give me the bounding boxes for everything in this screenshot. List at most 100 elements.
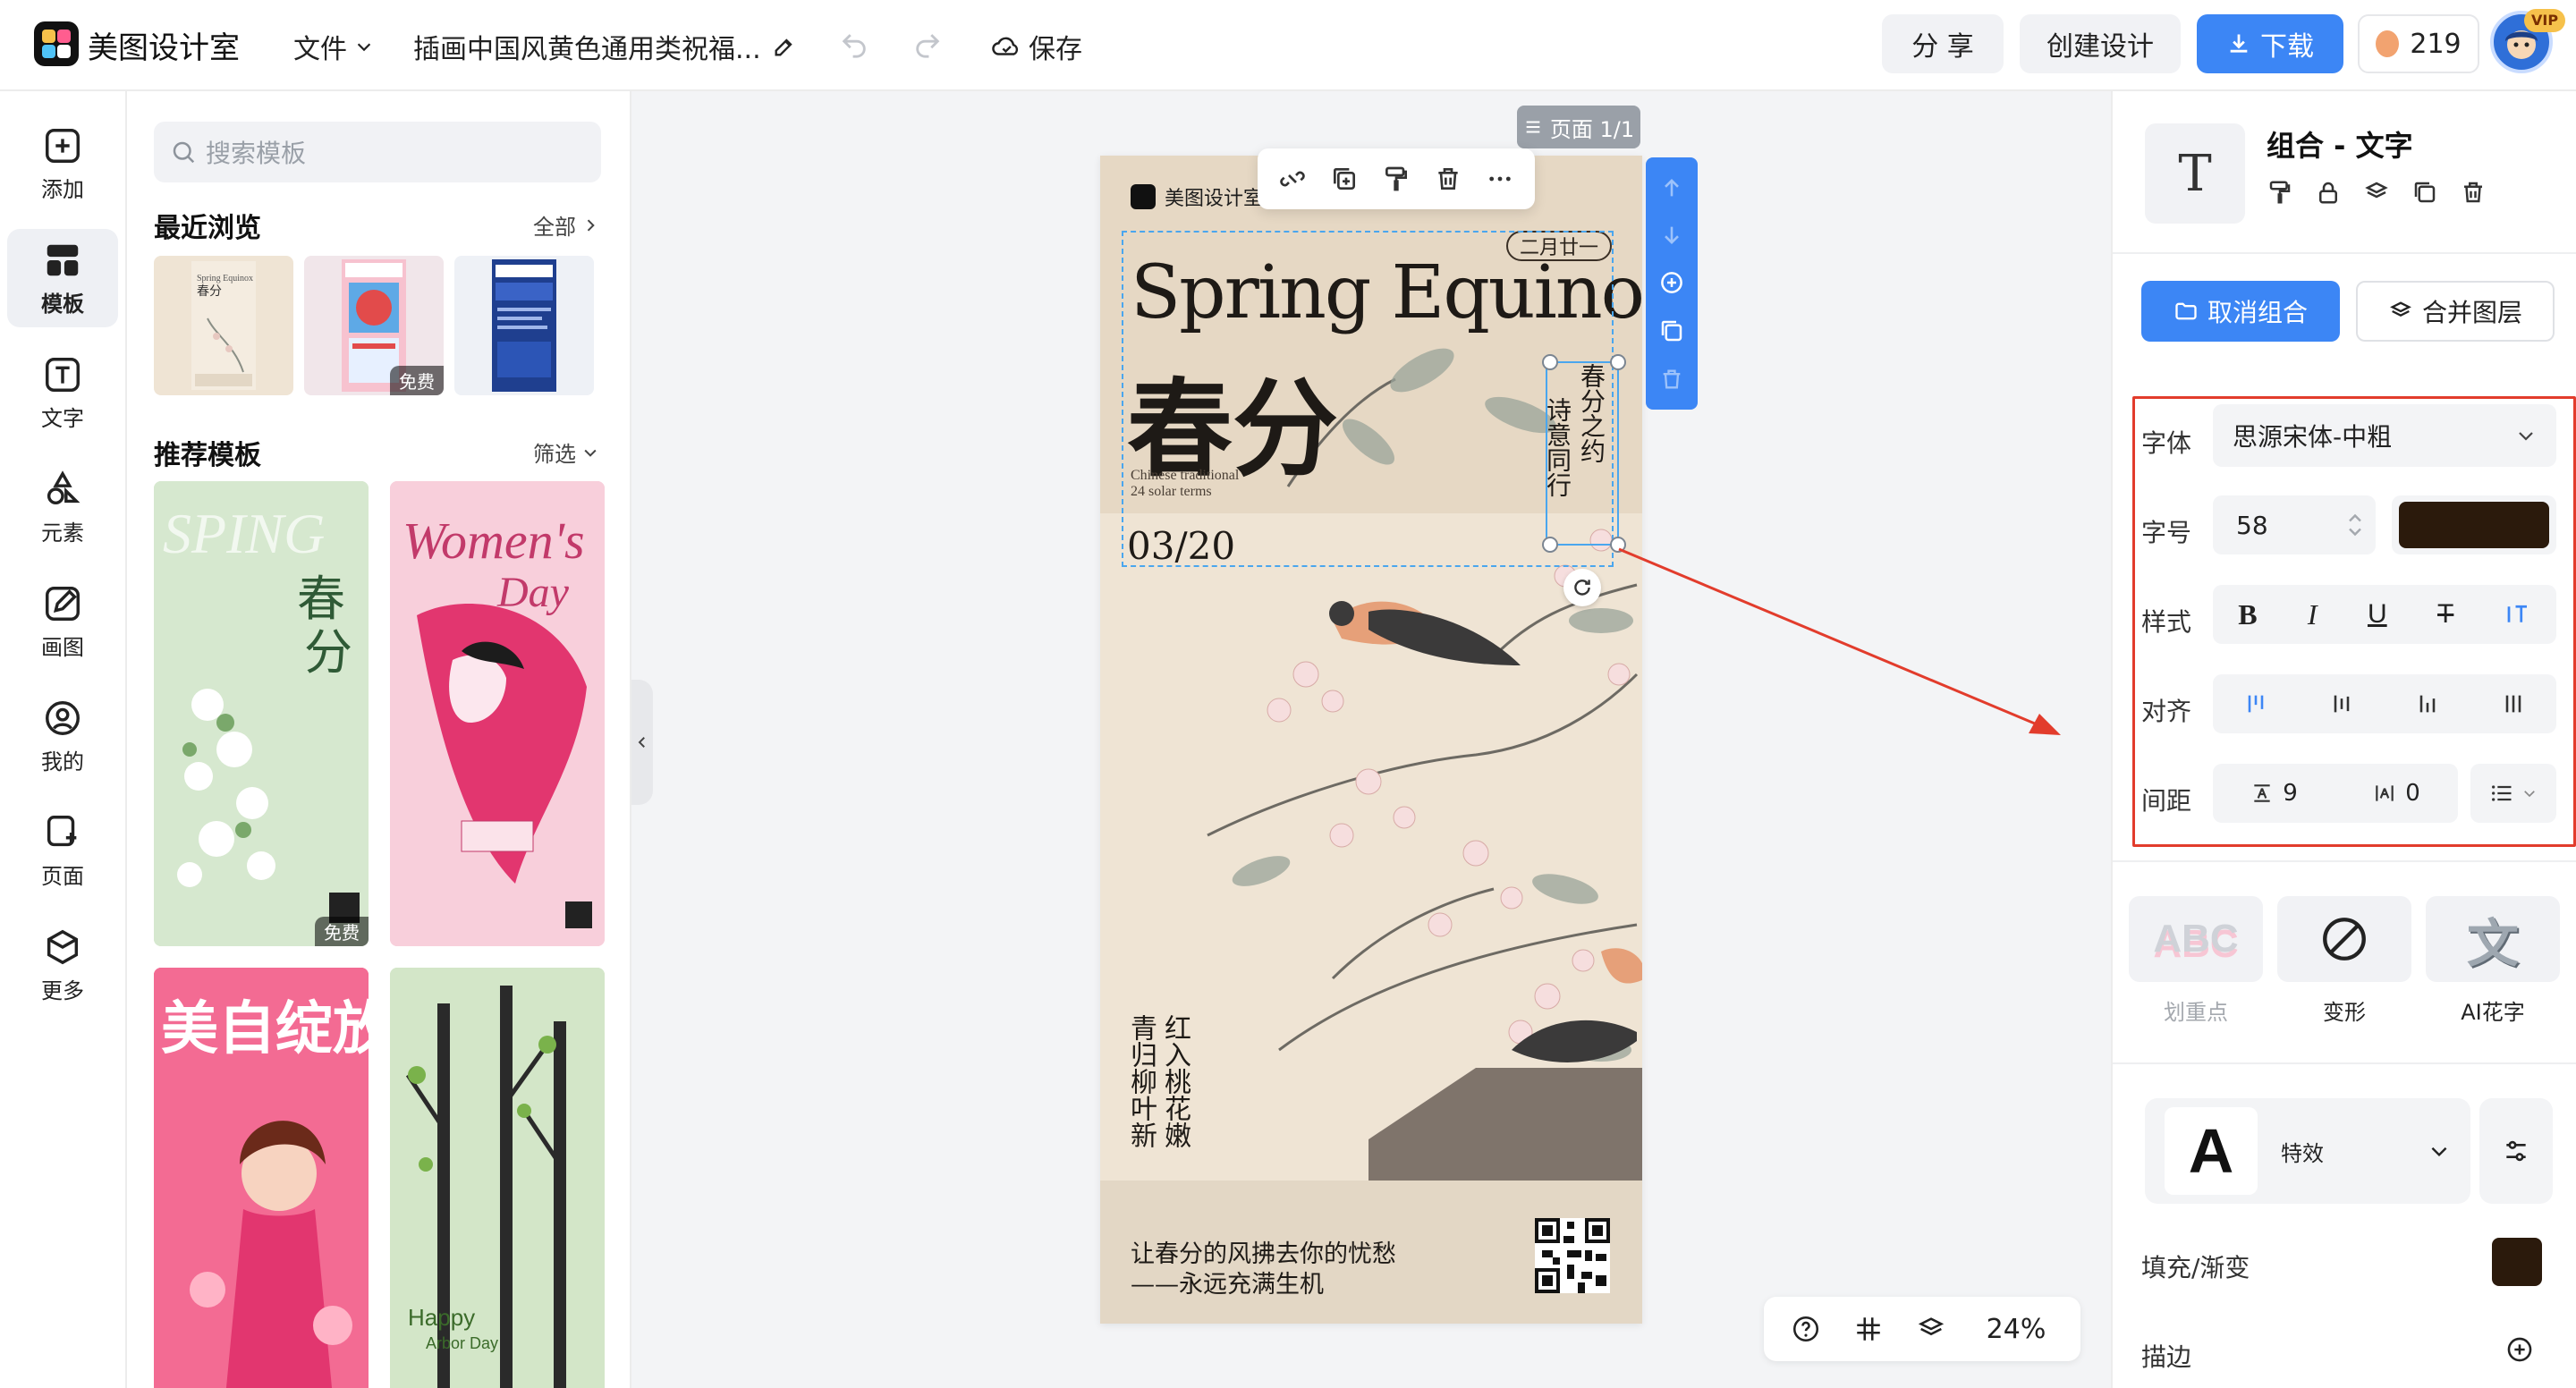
- transform-icon: [2323, 918, 2366, 961]
- recent-all-label: 全部: [533, 215, 576, 240]
- recommend-title: 推荐模板: [154, 440, 261, 471]
- undo-icon[interactable]: [839, 29, 869, 59]
- recent-template-2[interactable]: 免费: [304, 256, 444, 395]
- svg-text:Day: Day: [496, 569, 570, 616]
- page-icon: [47, 815, 77, 846]
- recent-title: 最近浏览: [154, 213, 261, 244]
- delete-icon[interactable]: [1434, 165, 1462, 193]
- delete-icon[interactable]: [2460, 179, 2487, 206]
- app-name: 美图设计室: [88, 30, 240, 66]
- file-menu[interactable]: 文件: [293, 27, 374, 66]
- fill-color-swatch[interactable]: [2492, 1238, 2542, 1286]
- help-button[interactable]: [1775, 1314, 1837, 1344]
- rail-item-element[interactable]: 元素: [7, 458, 118, 556]
- svg-text:春分: 春分: [197, 284, 222, 299]
- search-input[interactable]: 搜索模板: [154, 122, 601, 182]
- rail-label: 我的: [41, 749, 84, 774]
- copy-page-icon[interactable]: [1658, 317, 1685, 344]
- recent-template-3[interactable]: [454, 256, 594, 395]
- rotate-button[interactable]: [1563, 569, 1601, 606]
- arrow-down-icon[interactable]: [1659, 223, 1684, 248]
- arrow-up-icon[interactable]: [1659, 175, 1684, 200]
- recent-all-link[interactable]: 全部: [533, 209, 599, 241]
- ai-art-text-label: AI花字: [2461, 1000, 2525, 1025]
- coin-balance[interactable]: 219: [2358, 14, 2479, 73]
- share-button[interactable]: 分 享: [1882, 14, 2004, 73]
- format-painter-icon[interactable]: [1382, 165, 1411, 193]
- add-circle-icon[interactable]: [1658, 269, 1685, 296]
- text-selection-box[interactable]: [1546, 361, 1619, 546]
- highlight-effect[interactable]: ABC 划重点: [2129, 896, 2263, 1026]
- cloud-save-icon: [992, 37, 1019, 55]
- chevron-down-icon: [584, 449, 597, 457]
- svg-text:Women's: Women's: [402, 512, 585, 570]
- rail-item-template[interactable]: 模板: [7, 229, 118, 327]
- rail-label: 添加: [41, 176, 84, 202]
- effect-settings-button[interactable]: [2479, 1098, 2553, 1204]
- svg-text:Arbor Day: Arbor Day: [426, 1334, 498, 1352]
- add-stroke-icon[interactable]: [2504, 1334, 2535, 1365]
- poster-poem-line-1[interactable]: 红入桃花嫩: [1157, 1014, 1191, 1148]
- collapse-panel-button[interactable]: [631, 680, 653, 805]
- rail-item-text[interactable]: 文字: [7, 343, 118, 442]
- template-card-bloom[interactable]: 美自绽放: [154, 968, 369, 1388]
- lock-icon[interactable]: [2315, 179, 2342, 206]
- file-menu-label: 文件: [293, 34, 347, 65]
- download-button[interactable]: 下载: [2197, 14, 2343, 73]
- poster-slogan-2[interactable]: ——永远充满生机: [1131, 1265, 1324, 1299]
- text-type-preview: T: [2145, 123, 2245, 224]
- transform-effect[interactable]: 变形: [2277, 896, 2411, 1026]
- zoom-level[interactable]: 24%: [1962, 1314, 2070, 1345]
- template-card-arbor-day[interactable]: Happy Arbor Day: [390, 968, 605, 1388]
- duplicate-icon[interactable]: [1330, 165, 1359, 193]
- rail-label: 元素: [41, 520, 84, 546]
- trash-icon[interactable]: [1659, 367, 1684, 392]
- edit-icon[interactable]: [772, 34, 797, 59]
- resize-handle[interactable]: [1542, 537, 1558, 553]
- rotate-icon: [1574, 580, 1590, 596]
- add-icon: [46, 128, 80, 163]
- rail-label: 文字: [41, 405, 84, 431]
- rail-item-more[interactable]: 更多: [7, 916, 118, 1014]
- download-label: 下载: [2260, 31, 2314, 63]
- effect-select[interactable]: A 特效: [2145, 1098, 2470, 1204]
- ungroup-button[interactable]: 取消组合: [2141, 281, 2340, 342]
- doc-title[interactable]: 插画中国风黄色通用类祝福...: [413, 27, 797, 66]
- text-icon: [46, 357, 80, 392]
- layers-icon[interactable]: [2363, 179, 2390, 206]
- filter-dropdown[interactable]: 筛选: [533, 436, 599, 468]
- recent-template-1[interactable]: Spring Equinox 春分: [154, 256, 293, 395]
- merge-layers-button[interactable]: 合并图层: [2356, 281, 2555, 342]
- app-logo[interactable]: [34, 21, 79, 66]
- save-button[interactable]: 保存: [991, 27, 1082, 66]
- more-options-icon[interactable]: [1486, 165, 1514, 193]
- page-indicator[interactable]: 页面 1/1: [1517, 106, 1640, 148]
- layers-button[interactable]: [1900, 1314, 1962, 1344]
- more-icon: [47, 929, 79, 964]
- redo-icon[interactable]: [912, 29, 943, 59]
- poster-brand-text: 美图设计室: [1165, 188, 1264, 210]
- page-indicator-label: 页面 1/1: [1549, 116, 1635, 142]
- template-card-spring[interactable]: SPING 春 分 免费: [154, 481, 369, 946]
- create-design-button[interactable]: 创建设计: [2020, 14, 2181, 73]
- chevron-right-icon: [587, 218, 595, 232]
- rail-item-draw[interactable]: 画图: [7, 572, 118, 671]
- poster-poem-line-2[interactable]: 青归柳叶新: [1123, 1014, 1157, 1148]
- grid-button[interactable]: [1837, 1314, 1900, 1344]
- ai-art-text-effect[interactable]: 文 AI花字: [2426, 896, 2560, 1026]
- resize-handle[interactable]: [1610, 537, 1626, 553]
- qr-code: [1535, 1218, 1610, 1293]
- duplicate-icon[interactable]: [2411, 179, 2438, 206]
- resize-handle[interactable]: [1542, 354, 1558, 370]
- resize-handle[interactable]: [1610, 354, 1626, 370]
- format-painter-icon[interactable]: [2267, 179, 2293, 206]
- divider: [2113, 860, 2576, 862]
- template-card-womens-day[interactable]: Women's Day: [390, 481, 605, 946]
- group-selection-box[interactable]: [1122, 231, 1614, 567]
- left-rail: 添加 模板 文字 元素 画图 我的 页面 更多: [0, 91, 127, 1388]
- rail-item-add[interactable]: 添加: [7, 114, 118, 213]
- unlink-icon[interactable]: [1278, 165, 1307, 193]
- rail-item-mine[interactable]: 我的: [7, 687, 118, 785]
- transform-preview: [2277, 896, 2411, 982]
- rail-item-page[interactable]: 页面: [7, 801, 118, 900]
